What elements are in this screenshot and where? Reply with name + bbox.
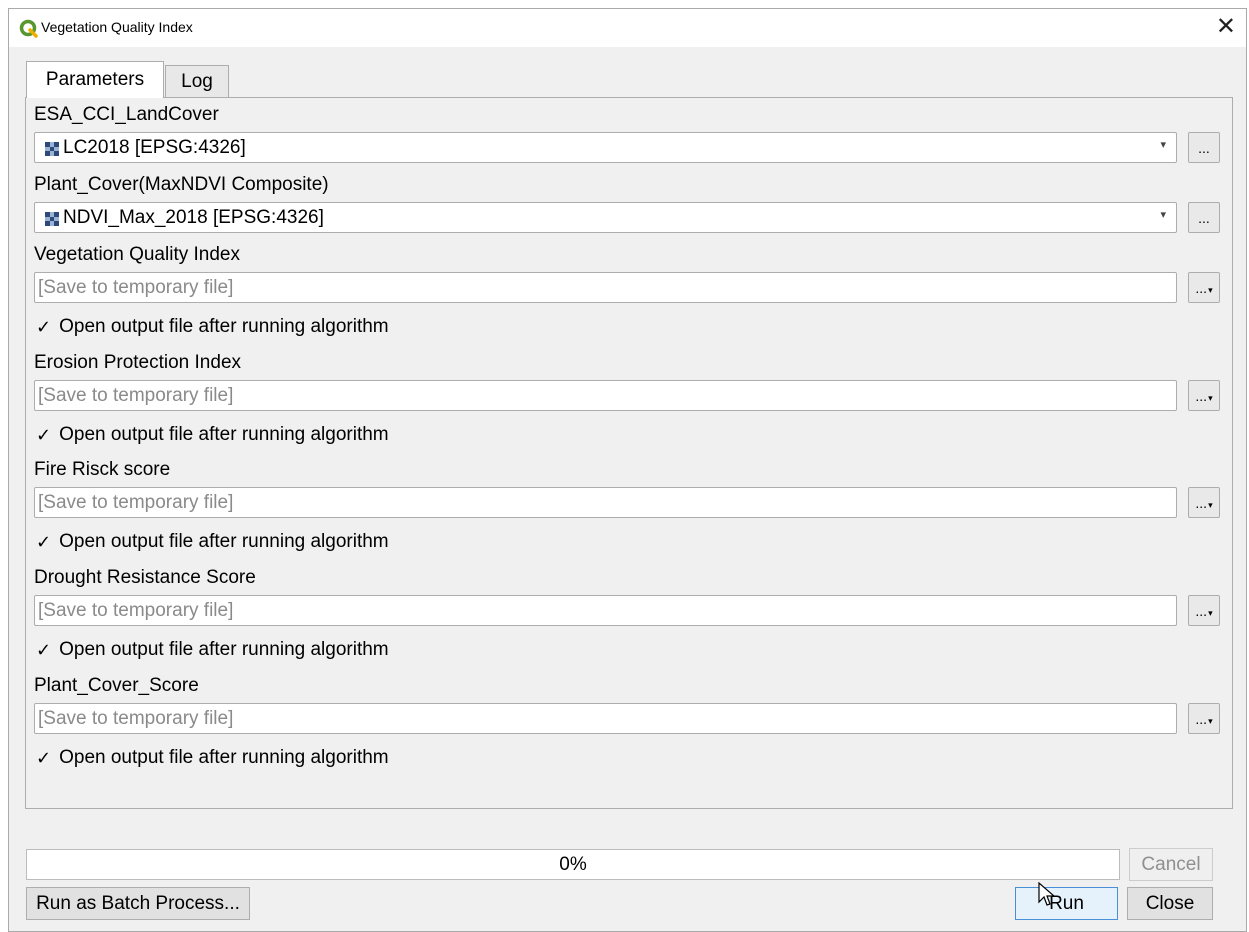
output-file-input[interactable] [34, 272, 1177, 303]
parameters-panel: ESA_CCI_LandCover LC2018 [EPSG:4326] ▾ .… [25, 97, 1233, 809]
tab-log[interactable]: Log [165, 65, 229, 97]
close-button[interactable]: Close [1127, 887, 1213, 920]
open-output-label: Open output file after running algorithm [59, 639, 389, 660]
landcover-value: LC2018 [EPSG:4326] [63, 137, 246, 158]
output-browse-button[interactable]: ... ▾ [1188, 487, 1220, 518]
open-output-label: Open output file after running algorithm [59, 424, 389, 445]
browse-label: ... [1195, 280, 1208, 296]
checkbox-checked-icon[interactable]: ✓ [36, 533, 51, 551]
output-label: Drought Resistance Score [34, 567, 256, 588]
output-browse-button[interactable]: ... ▾ [1188, 272, 1220, 303]
open-output-checkbox-row[interactable]: ✓ Open output file after running algorit… [36, 424, 389, 446]
chevron-down-icon[interactable]: ▾ [1160, 138, 1166, 151]
chevron-down-icon: ▾ [1208, 716, 1213, 726]
output-file-input[interactable] [34, 703, 1177, 734]
landcover-label: ESA_CCI_LandCover [34, 104, 219, 125]
browse-label: ... [1195, 603, 1208, 619]
open-output-checkbox-row[interactable]: ✓ Open output file after running algorit… [36, 531, 389, 553]
chevron-down-icon: ▾ [1208, 500, 1213, 510]
chevron-down-icon: ▾ [1208, 608, 1213, 618]
open-output-checkbox-row[interactable]: ✓ Open output file after running algorit… [36, 316, 389, 338]
open-output-checkbox-row[interactable]: ✓ Open output file after running algorit… [36, 639, 389, 661]
raster-layer-icon [45, 142, 59, 156]
mouse-cursor-icon [1038, 882, 1056, 906]
plant-cover-value: NDVI_Max_2018 [EPSG:4326] [63, 207, 324, 228]
browse-label: ... [1195, 711, 1208, 727]
run-button[interactable]: Run [1015, 887, 1118, 920]
open-output-label: Open output file after running algorithm [59, 747, 389, 768]
open-output-label: Open output file after running algorithm [59, 316, 389, 337]
browse-label: ... [1195, 495, 1208, 511]
close-icon[interactable]: ✕ [1216, 13, 1236, 41]
output-label: Fire Risck score [34, 459, 171, 480]
plant-cover-label: Plant_Cover(MaxNDVI Composite) [34, 174, 329, 195]
checkbox-checked-icon[interactable]: ✓ [36, 749, 51, 767]
tab-parameters[interactable]: Parameters [26, 61, 164, 98]
open-output-label: Open output file after running algorithm [59, 531, 389, 552]
title-bar: Vegetation Quality Index ✕ [9, 9, 1246, 47]
chevron-down-icon: ▾ [1208, 285, 1213, 295]
run-batch-button[interactable]: Run as Batch Process... [26, 887, 250, 920]
checkbox-checked-icon[interactable]: ✓ [36, 641, 51, 659]
output-browse-button[interactable]: ... ▾ [1188, 380, 1220, 411]
checkbox-checked-icon[interactable]: ✓ [36, 426, 51, 444]
progress-bar: 0% [26, 849, 1120, 880]
output-file-input[interactable] [34, 380, 1177, 411]
output-label: Plant_Cover_Score [34, 675, 199, 696]
cancel-button[interactable]: Cancel [1129, 848, 1213, 881]
output-browse-button[interactable]: ... ▾ [1188, 703, 1220, 734]
qgis-icon [19, 19, 38, 38]
progress-text: 0% [559, 853, 587, 875]
output-label: Vegetation Quality Index [34, 244, 240, 265]
browse-label: ... [1195, 388, 1208, 404]
open-output-checkbox-row[interactable]: ✓ Open output file after running algorit… [36, 747, 389, 769]
output-label: Erosion Protection Index [34, 352, 242, 373]
dialog-window: Vegetation Quality Index ✕ Parameters Lo… [8, 8, 1247, 932]
chevron-down-icon[interactable]: ▾ [1160, 208, 1166, 221]
plant-cover-browse-button[interactable]: ... [1188, 202, 1220, 233]
raster-layer-icon [45, 212, 59, 226]
chevron-down-icon: ▾ [1208, 393, 1213, 403]
landcover-combo[interactable]: LC2018 [EPSG:4326] ▾ [34, 132, 1177, 163]
output-file-input[interactable] [34, 487, 1177, 518]
plant-cover-combo[interactable]: NDVI_Max_2018 [EPSG:4326] ▾ [34, 202, 1177, 233]
output-file-input[interactable] [34, 595, 1177, 626]
output-browse-button[interactable]: ... ▾ [1188, 595, 1220, 626]
landcover-browse-button[interactable]: ... [1188, 132, 1220, 163]
checkbox-checked-icon[interactable]: ✓ [36, 318, 51, 336]
window-title: Vegetation Quality Index [41, 19, 193, 35]
